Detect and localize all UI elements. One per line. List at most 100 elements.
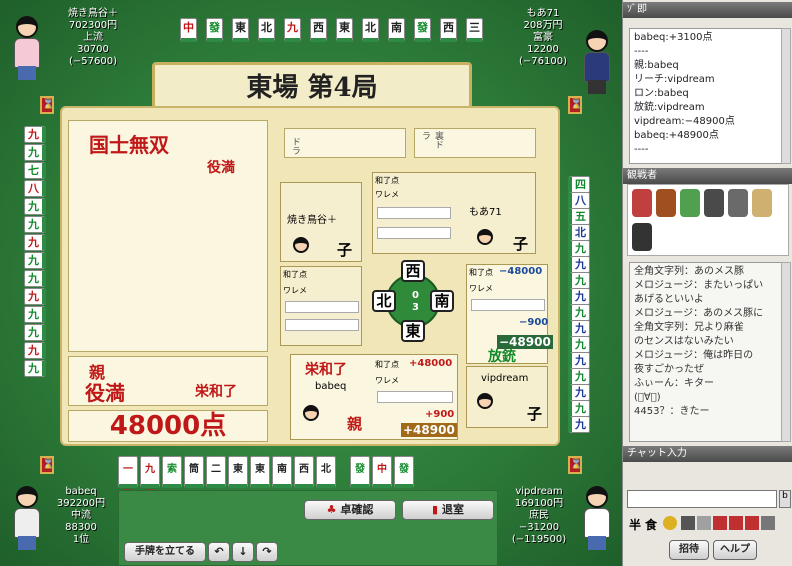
hand-tile[interactable]: 北 <box>316 456 336 488</box>
hand-tile[interactable]: 東 <box>228 456 248 488</box>
tool-icon[interactable] <box>681 516 695 530</box>
sub: ワレメ <box>375 376 399 385</box>
hand-tile[interactable]: 南 <box>272 456 292 488</box>
win-type: 栄和了 <box>195 384 237 400</box>
log-line: 放銃:vipdream <box>634 102 705 113</box>
player-rank: 中流 <box>71 510 91 521</box>
door-icon: ▮ <box>432 503 439 516</box>
right-wall-tile: 九 <box>568 320 590 337</box>
send-button[interactable]: b <box>779 490 791 508</box>
chat-line: あげるといいよ <box>634 294 704 305</box>
hourglass-icon: ⌛ <box>568 96 582 114</box>
half-width-toggle[interactable]: 半 <box>629 516 641 533</box>
delta: −48000 <box>499 266 543 277</box>
tool-icon[interactable] <box>697 516 711 530</box>
left-wall-tile: 九 <box>24 198 46 215</box>
player-name: もあ71 <box>526 8 560 19</box>
tool-icon[interactable] <box>745 516 759 530</box>
log-line: ロン:babeq <box>634 88 689 99</box>
player-rank: 庶民 <box>529 510 549 521</box>
table-icon: ♣ <box>326 503 337 516</box>
summary-box: 親 役満 栄和了 <box>68 356 268 406</box>
stand-hand-button[interactable]: 手牌を立てる <box>124 542 206 562</box>
sub: ワレメ <box>375 190 399 199</box>
log-line: ---- <box>634 46 649 57</box>
log-line: babeq:+3100点 <box>634 32 713 43</box>
avatar[interactable] <box>752 189 772 217</box>
hand-tile[interactable]: 九萬 <box>140 456 160 501</box>
emoji-icon[interactable] <box>663 516 677 530</box>
hand-tile[interactable]: 中 <box>372 456 392 488</box>
score-box-moa: 和了点 ワレメ もあ71 子 <box>372 172 536 254</box>
scrollbar[interactable] <box>781 28 791 164</box>
left-wall-tile: 九 <box>24 288 46 305</box>
hand-tile[interactable]: 發 <box>350 456 370 488</box>
left-wall-tile: 九 <box>24 234 46 251</box>
hand-tile[interactable]: 發 <box>394 456 414 488</box>
game-log[interactable]: babeq:+3100点 ---- 親:babeq リーチ:vipdream ロン:ba… <box>629 28 783 164</box>
compass-west: 北 <box>372 290 396 312</box>
sidebar-title: ｿﾞ即 <box>623 2 792 18</box>
avatar-top-left[interactable] <box>8 10 46 80</box>
total: +48900 <box>401 423 457 437</box>
player-score: −31200 <box>518 522 560 533</box>
avatar[interactable] <box>632 223 652 251</box>
avatar-bottom-left[interactable] <box>8 480 46 550</box>
tool-icon[interactable] <box>729 516 743 530</box>
top-wall-tile: 三 <box>466 18 483 42</box>
sort-right-button[interactable]: ↷ <box>256 542 278 562</box>
dora-box: ドラ <box>284 128 406 158</box>
avatar[interactable] <box>704 189 724 217</box>
dealer-limit: 役満 <box>85 381 125 405</box>
hand-tile[interactable]: 東 <box>250 456 270 488</box>
table-check-button[interactable]: ♣ 卓確認 <box>304 500 396 520</box>
yaku-box: 国士無双 役満 <box>68 120 268 352</box>
hand-tile[interactable]: 西 <box>294 456 314 488</box>
hand-tile[interactable]: 二 <box>206 456 226 488</box>
food-toggle[interactable]: 食 <box>645 516 657 533</box>
scrollbar[interactable] <box>781 262 791 442</box>
chat-line: メロジュージ：あのメス豚に <box>634 308 764 319</box>
hand-tile[interactable]: 一萬 <box>118 456 138 501</box>
right-wall-tile: 九 <box>568 256 590 273</box>
yaku-name: 国士無双 <box>89 133 169 157</box>
log-line: ---- <box>634 144 649 155</box>
tool-icon[interactable] <box>713 516 727 530</box>
score-detail-vip: vipdream 子 <box>466 366 548 428</box>
player-name: vipdream <box>481 373 529 384</box>
chat-input-header: チャット入力 <box>623 446 792 462</box>
hand-tile[interactable]: 筒 <box>184 456 204 488</box>
tool-icon[interactable] <box>761 516 775 530</box>
avatar-bottom-right[interactable] <box>578 480 616 550</box>
hand-tile[interactable]: 索 <box>162 456 182 488</box>
avatar[interactable] <box>656 189 676 217</box>
sort-down-button[interactable]: ↓ <box>232 542 254 562</box>
right-wall-tile: 九 <box>568 416 590 433</box>
header: 和了点 <box>283 270 307 279</box>
chat-line: 夜すごかったぜ <box>634 364 704 375</box>
hourglass-icon: ⌛ <box>568 456 582 474</box>
player-name: 焼き鳥谷＋ <box>68 8 118 19</box>
right-wall-tile: 九 <box>568 304 590 321</box>
left-wall-tile: 九 <box>24 252 46 269</box>
right-wall-tile: 九 <box>568 384 590 401</box>
log-line: vipdream:−48900点 <box>634 116 735 127</box>
chat-input[interactable] <box>627 490 777 508</box>
compass: 西 北 南 東 0 3 <box>372 260 454 342</box>
avatar-top-right[interactable] <box>578 24 616 94</box>
avatar[interactable] <box>680 189 700 217</box>
right-wall-tile: 八 <box>568 192 590 209</box>
avatar[interactable] <box>728 189 748 217</box>
left-wall-tile: 九 <box>24 360 46 377</box>
invite-button[interactable]: 招待 <box>669 540 709 560</box>
avatar[interactable] <box>632 189 652 217</box>
top-wall-tile: 北 <box>258 18 275 42</box>
chat-line: 4453？：きたー <box>634 406 710 417</box>
leave-room-button[interactable]: ▮ 退室 <box>402 500 494 520</box>
extra: +900 <box>425 409 455 420</box>
compass-center-top: 0 <box>412 290 419 301</box>
chat-log[interactable]: 全角文字列：あのメス豚 メロジュージ：またいっぱい あげるといいよ メロジュージ：あの… <box>629 262 783 442</box>
chat-line: メロジュージ：またいっぱい <box>634 280 764 291</box>
help-button[interactable]: ヘルプ <box>713 540 757 560</box>
sort-left-button[interactable]: ↶ <box>208 542 230 562</box>
